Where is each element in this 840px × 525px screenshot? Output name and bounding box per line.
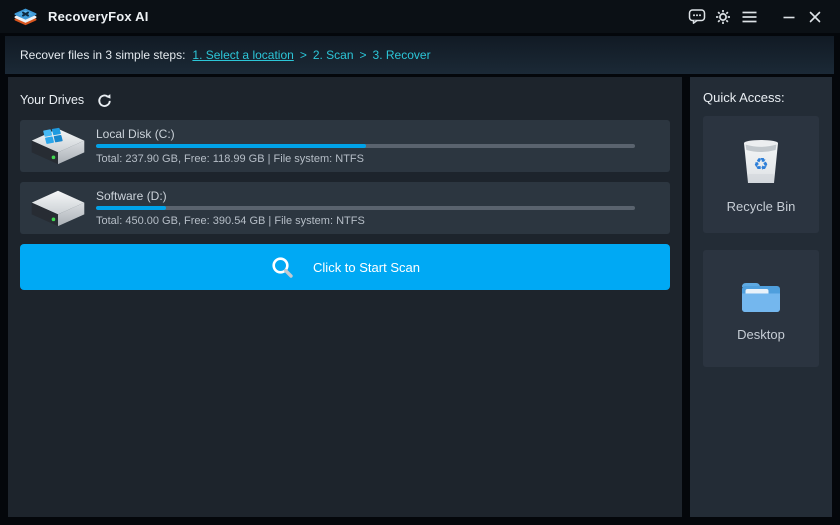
refresh-icon	[97, 93, 112, 108]
step-recover-label: 3. Recover	[373, 48, 431, 62]
app-title: RecoveryFox AI	[48, 9, 149, 24]
drive-details: Total: 450.00 GB, Free: 390.54 GB | File…	[96, 215, 635, 227]
drive-row-c[interactable]: Local Disk (C:) Total: 237.90 GB, Free: …	[20, 120, 670, 172]
drive-c-info: Local Disk (C:) Total: 237.90 GB, Free: …	[96, 127, 670, 165]
feedback-button[interactable]	[684, 4, 710, 30]
gear-icon	[715, 9, 731, 25]
drive-name: Local Disk (C:)	[96, 127, 635, 141]
step-scan-label: 2. Scan	[313, 48, 354, 62]
quick-access-recycle-bin[interactable]: ♻ Recycle Bin	[703, 116, 819, 233]
hamburger-icon	[742, 11, 757, 23]
drive-c-icon	[20, 125, 96, 167]
hard-drive-icon	[29, 187, 87, 229]
step-separator: >	[360, 48, 367, 62]
drive-details: Total: 237.90 GB, Free: 118.99 GB | File…	[96, 153, 635, 165]
step-select-location-link[interactable]: 1. Select a location	[192, 48, 293, 62]
drives-header: Your Drives	[8, 77, 682, 120]
drives-section-title: Your Drives	[20, 93, 84, 107]
quick-access-panel: Quick Access: ♻ Recycle Bin	[690, 77, 832, 517]
minimize-icon	[783, 11, 795, 23]
drive-name: Software (D:)	[96, 189, 635, 203]
settings-button[interactable]	[710, 4, 736, 30]
drive-usage-bar	[96, 206, 635, 210]
close-button[interactable]	[802, 4, 828, 30]
recycle-symbol-glyph: ♻	[753, 155, 768, 175]
start-scan-button[interactable]: Click to Start Scan	[20, 244, 670, 290]
main-panel: Your Drives	[8, 77, 682, 517]
hard-drive-windows-icon	[29, 125, 87, 167]
steps-bar: Recover files in 3 simple steps: 1. Sele…	[5, 36, 834, 74]
desktop-folder-icon	[737, 276, 785, 316]
drive-d-info: Software (D:) Total: 450.00 GB, Free: 39…	[96, 189, 670, 227]
app-logo-icon	[14, 5, 37, 28]
close-icon	[809, 11, 821, 23]
recycle-bin-icon: ♻	[739, 136, 783, 188]
start-scan-label: Click to Start Scan	[313, 260, 420, 275]
minimize-button[interactable]	[776, 4, 802, 30]
speech-bubble-icon	[688, 8, 706, 25]
drive-usage-fill	[96, 206, 166, 210]
refresh-drives-button[interactable]	[95, 91, 113, 109]
steps-prefix: Recover files in 3 simple steps:	[20, 48, 185, 62]
quick-access-desktop[interactable]: Desktop	[703, 250, 819, 367]
drive-usage-fill	[96, 144, 366, 148]
app-window: RecoveryFox AI	[0, 0, 840, 525]
drive-d-icon	[20, 187, 96, 229]
quick-card-label: Recycle Bin	[727, 199, 796, 214]
title-bar: RecoveryFox AI	[0, 0, 840, 33]
menu-button[interactable]	[736, 4, 762, 30]
drive-row-d[interactable]: Software (D:) Total: 450.00 GB, Free: 39…	[20, 182, 670, 234]
step-separator: >	[300, 48, 307, 62]
window-controls	[684, 4, 828, 30]
quick-access-title: Quick Access:	[690, 77, 832, 116]
drive-usage-bar	[96, 144, 635, 148]
quick-card-label: Desktop	[737, 327, 785, 342]
magnifier-icon	[270, 255, 294, 279]
